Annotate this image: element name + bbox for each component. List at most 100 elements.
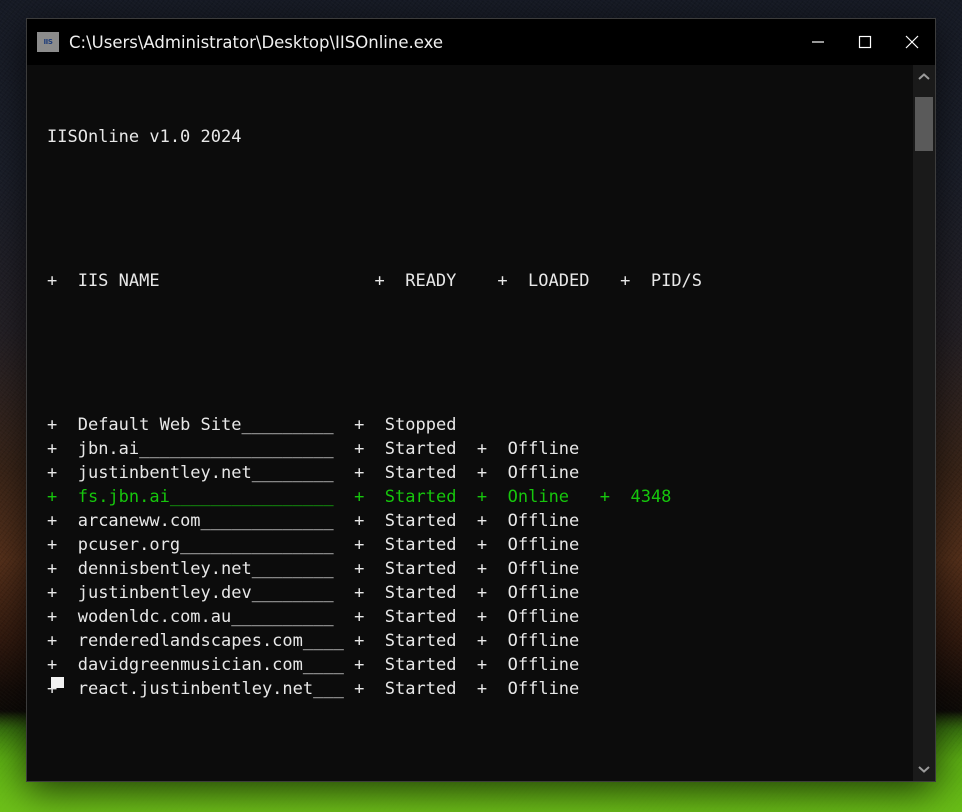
row-bullet: +: [47, 631, 78, 651]
row-separator: +: [354, 631, 385, 651]
row-ready-status: Started: [384, 439, 477, 459]
row-separator: +: [476, 487, 508, 507]
row-separator: +: [476, 583, 508, 603]
row-bullet: +: [47, 415, 78, 435]
table-row[interactable]: + react.justinbentley.net___ + Started +…: [47, 677, 913, 701]
row-separator: +: [354, 655, 385, 675]
row-bullet: +: [47, 559, 78, 579]
table-row[interactable]: + wodenldc.com.au__________ + Started + …: [47, 605, 913, 629]
row-loaded-status: Offline: [507, 655, 600, 675]
row-site-name: dennisbentley.net________: [77, 559, 355, 579]
row-bullet: +: [47, 511, 78, 531]
row-separator: +: [476, 559, 508, 579]
row-ready-status: Started: [384, 607, 477, 627]
row-bullet: +: [47, 583, 78, 603]
row-loaded-status: Offline: [507, 463, 600, 483]
row-bullet: +: [47, 535, 78, 555]
row-separator: +: [354, 607, 385, 627]
row-ready-status: Started: [384, 559, 477, 579]
row-ready-status: Started: [384, 631, 477, 651]
row-site-name: react.justinbentley.net___: [77, 679, 355, 699]
scrollbar-track[interactable]: [913, 87, 935, 759]
row-separator: +: [476, 463, 508, 483]
row-loaded-status: Offline: [507, 631, 600, 651]
row-separator: +: [354, 583, 385, 603]
row-separator: +: [354, 511, 385, 531]
row-site-name: arcaneww.com_____________: [77, 511, 355, 531]
row-ready-status: Started: [384, 655, 477, 675]
row-site-name: fs.jbn.ai________________: [77, 487, 355, 507]
console-column-headers: + IIS NAME + READY + LOADED + PID/S: [47, 271, 703, 291]
row-loaded-status: Offline: [507, 511, 600, 531]
console-output[interactable]: IISOnline v1.0 2024 + IIS NAME + READY +…: [27, 65, 913, 781]
scroll-down-icon[interactable]: [913, 759, 935, 779]
row-separator: +: [354, 439, 385, 459]
row-loaded-status: Offline: [507, 559, 600, 579]
row-bullet: +: [47, 655, 78, 675]
site-list: + Default Web Site_________ + Stopped + …: [47, 413, 913, 701]
row-separator: +: [354, 415, 385, 435]
scroll-up-icon[interactable]: [913, 67, 935, 87]
minimize-button[interactable]: [794, 19, 841, 65]
row-loaded-status: Online: [507, 487, 600, 507]
table-row[interactable]: + justinbentley.net________ + Started + …: [47, 461, 913, 485]
row-ready-status: Started: [384, 583, 477, 603]
iisonline-console-window: IIS C:\Users\Administrator\Desktop\IISOn…: [26, 18, 936, 782]
row-site-name: justinbentley.dev________: [77, 583, 355, 603]
row-loaded-status: Offline: [507, 679, 600, 699]
row-bullet: +: [47, 487, 78, 507]
row-ready-status: Started: [384, 463, 477, 483]
row-ready-status: Stopped: [384, 415, 477, 435]
table-row[interactable]: + pcuser.org_______________ + Started + …: [47, 533, 913, 557]
row-separator: +: [476, 655, 508, 675]
table-row[interactable]: + Default Web Site_________ + Stopped: [47, 413, 913, 437]
row-bullet: +: [47, 463, 78, 483]
maximize-button[interactable]: [841, 19, 888, 65]
row-ready-status: Started: [384, 679, 477, 699]
scrollbar-thumb[interactable]: [915, 97, 933, 151]
table-row[interactable]: + dennisbentley.net________ + Started + …: [47, 557, 913, 581]
row-separator: +: [476, 439, 508, 459]
row-loaded-status: Offline: [507, 535, 600, 555]
row-site-name: wodenldc.com.au__________: [77, 607, 355, 627]
table-row[interactable]: + justinbentley.dev________ + Started + …: [47, 581, 913, 605]
row-separator: +: [476, 607, 508, 627]
row-loaded-status: Offline: [507, 607, 600, 627]
console-banner: IISOnline v1.0 2024: [47, 127, 242, 147]
row-site-name: jbn.ai___________________: [77, 439, 355, 459]
row-separator: +: [354, 679, 385, 699]
table-row[interactable]: + renderedlandscapes.com____ + Started +…: [47, 629, 913, 653]
row-ready-status: Started: [384, 511, 477, 531]
table-row[interactable]: + arcaneww.com_____________ + Started + …: [47, 509, 913, 533]
close-button[interactable]: [888, 19, 935, 65]
table-row[interactable]: + fs.jbn.ai________________ + Started + …: [47, 485, 913, 509]
row-separator: +: [354, 487, 385, 507]
row-separator: +: [354, 559, 385, 579]
console-cursor: [51, 677, 64, 688]
iisonline-app-icon: IIS: [37, 32, 59, 52]
row-bullet: +: [47, 607, 78, 627]
row-separator: +: [354, 463, 385, 483]
row-loaded-status: Offline: [507, 439, 600, 459]
table-row[interactable]: + jbn.ai___________________ + Started + …: [47, 437, 913, 461]
row-separator: +: [476, 679, 508, 699]
window-titlebar[interactable]: IIS C:\Users\Administrator\Desktop\IISOn…: [27, 19, 935, 65]
window-title: C:\Users\Administrator\Desktop\IISOnline…: [69, 32, 443, 52]
row-site-name: renderedlandscapes.com____: [77, 631, 355, 651]
row-separator: +: [476, 511, 508, 531]
row-pid: 4348: [630, 487, 672, 507]
console-scrollbar[interactable]: [913, 65, 935, 781]
row-site-name: pcuser.org_______________: [77, 535, 355, 555]
row-separator: +: [599, 487, 631, 507]
table-row[interactable]: + davidgreenmusician.com____ + Started +…: [47, 653, 913, 677]
row-bullet: +: [47, 439, 78, 459]
row-ready-status: Started: [384, 487, 477, 507]
window-controls: [794, 19, 935, 65]
row-site-name: davidgreenmusician.com____: [77, 655, 355, 675]
row-separator: +: [476, 535, 508, 555]
row-separator: +: [354, 535, 385, 555]
row-loaded-status: Offline: [507, 583, 600, 603]
